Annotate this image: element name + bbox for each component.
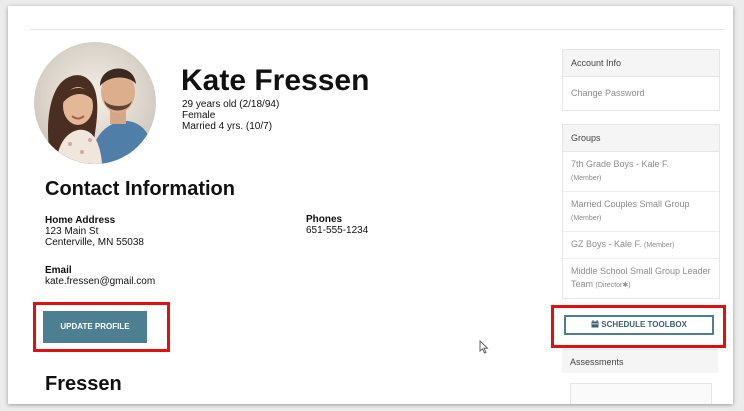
update-profile-highlight — [33, 302, 170, 352]
assessments-header: Assessments — [562, 349, 718, 373]
family-section-title: Fressen — [45, 373, 122, 395]
email: Email kate.fressen@gmail.com — [45, 265, 155, 287]
address-line1: 123 Main St — [45, 226, 99, 237]
phones-label: Phones — [306, 214, 343, 225]
group-name: GZ Boys - Kale F. — [571, 239, 642, 249]
email-label: Email — [45, 265, 72, 276]
change-password-link[interactable]: Change Password — [563, 77, 719, 110]
assessments-panel — [570, 383, 712, 404]
home-address-label: Home Address — [45, 215, 116, 226]
address-line2: Centerville, MN 55038 — [45, 237, 144, 248]
profile-name: Kate Fressen — [181, 64, 370, 97]
phone-value: 651-555-1234 — [306, 225, 369, 236]
groups-panel: Groups 7th Grade Boys - Kale F. (Member)… — [562, 124, 720, 299]
groups-header: Groups — [563, 125, 719, 152]
group-name: 7th Grade Boys - Kale F. — [571, 159, 670, 169]
group-role: (Member) — [571, 215, 602, 222]
group-role: (Member) — [644, 242, 675, 249]
group-item[interactable]: GZ Boys - Kale F. (Member) — [563, 232, 719, 259]
header-divider — [30, 29, 723, 30]
group-role: (Member) — [571, 175, 602, 182]
contact-section-title: Contact Information — [45, 178, 235, 200]
group-name: Married Couples Small Group — [571, 199, 690, 209]
profile-details: 29 years old (2/18/94) Female Married 4 … — [182, 99, 279, 132]
mouse-cursor-icon — [479, 339, 489, 359]
profile-married: Married 4 yrs. (10/7) — [182, 121, 273, 132]
account-info-panel: Account Info Change Password — [562, 49, 720, 111]
profile-age: 29 years old (2/18/94) — [182, 99, 280, 110]
phones: Phones 651-555-1234 — [306, 214, 368, 236]
group-item[interactable]: Married Couples Small Group (Member) — [563, 192, 719, 232]
profile-page: Kate Fressen 29 years old (2/18/94) Fema… — [8, 6, 733, 404]
account-info-header: Account Info — [563, 50, 719, 77]
profile-gender: Female — [182, 110, 216, 121]
group-name: Middle School Small Group Leader Team — [571, 266, 711, 289]
email-value: kate.fressen@gmail.com — [45, 276, 156, 287]
group-item[interactable]: Middle School Small Group Leader Team (D… — [563, 259, 719, 298]
group-role: (Director✱) — [595, 282, 631, 289]
home-address: Home Address 123 Main St Centerville, MN… — [45, 215, 144, 248]
avatar — [34, 42, 156, 164]
group-item[interactable]: 7th Grade Boys - Kale F. (Member) — [563, 152, 719, 192]
schedule-toolbox-highlight — [551, 305, 726, 348]
